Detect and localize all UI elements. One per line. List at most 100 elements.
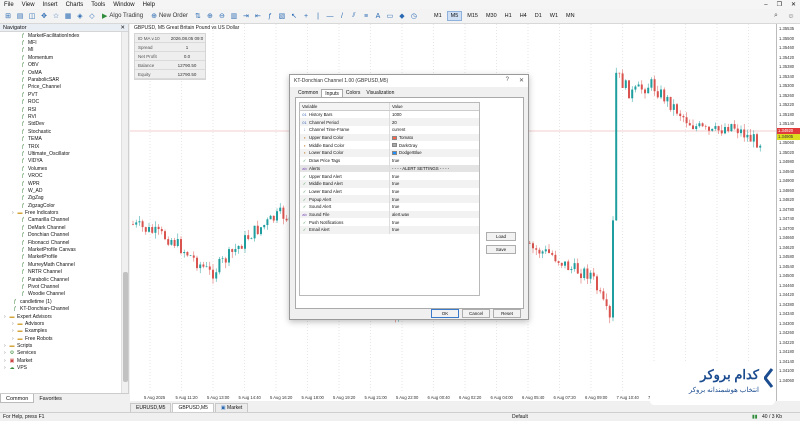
input-row[interactable]: ◑ Middle Band Color DarkGray xyxy=(300,141,479,150)
text-tool-icon[interactable]: A xyxy=(373,11,383,22)
input-value-cell[interactable]: DodgerBlue xyxy=(390,149,479,157)
navigator-item[interactable]: ƒ StdDev xyxy=(0,121,122,128)
input-row[interactable]: 01 Channel Period 20 xyxy=(300,118,479,127)
tester-icon[interactable]: ◈ xyxy=(75,11,85,22)
algo-trading-button[interactable]: ▶ Algo Trading xyxy=(99,11,146,22)
input-row[interactable]: ✓ Sound Alert true xyxy=(300,202,479,211)
indicators-icon[interactable]: ƒ xyxy=(265,11,275,22)
navigator-item[interactable]: ƒ Woodie Channel xyxy=(0,291,122,298)
zoom-in-icon[interactable]: ⊕ xyxy=(205,11,215,22)
navigator-item[interactable]: › ☁ VPS xyxy=(0,365,122,372)
navigator-item[interactable]: ƒ KT-Donchian-Channel xyxy=(0,305,122,312)
menu-view[interactable]: View xyxy=(22,2,35,8)
restore-icon[interactable]: ❐ xyxy=(777,1,782,8)
navigator-item[interactable]: ƒ OBV xyxy=(0,62,122,69)
navigator-item[interactable]: ƒ Volumes xyxy=(0,165,122,172)
cursor-icon[interactable]: ↖ xyxy=(289,11,299,22)
navigator-item[interactable]: ƒ WPR xyxy=(0,180,122,187)
input-row[interactable]: ◑ Lower Band Color DodgerBlue xyxy=(300,149,479,157)
navigator-item[interactable]: ƒ Camarilla Channel xyxy=(0,217,122,224)
input-value-cell[interactable]: DarkGray xyxy=(390,141,479,149)
trendline-icon[interactable]: / xyxy=(337,11,347,22)
navigator-item[interactable]: › ▬ Free Robots xyxy=(0,335,122,342)
input-row[interactable]: 01 History Bars 1000 xyxy=(300,110,479,119)
menu-window[interactable]: Window xyxy=(113,2,134,8)
close-icon[interactable]: ✕ xyxy=(120,25,125,31)
navigator-item[interactable]: ƒ ZigzagColor xyxy=(0,202,122,209)
buy-sell-icon[interactable]: ⇅ xyxy=(193,11,203,22)
navigator-item[interactable]: › ▣ Market xyxy=(0,357,122,364)
help-icon[interactable]: ? xyxy=(506,77,509,84)
navigator-item[interactable]: ƒ ParabolicSAR xyxy=(0,76,122,83)
navigator-item[interactable]: › ⚙ Services xyxy=(0,350,122,357)
search-icon[interactable]: ⌕ xyxy=(771,11,781,22)
navigator-item[interactable]: ƒ TEMA xyxy=(0,135,122,142)
input-row[interactable]: ab Sound File alert.wav xyxy=(300,210,479,219)
dialog-title-bar[interactable]: KT-Donchian Channel 1.00 (GBPUSD,M5) ? ✕ xyxy=(290,75,528,87)
input-value-cell[interactable]: true xyxy=(390,157,479,165)
navigator-item[interactable]: ƒ MI xyxy=(0,47,122,54)
fibo-icon[interactable]: ≡ xyxy=(361,11,371,22)
tab-common[interactable]: Common xyxy=(0,394,35,403)
input-value-cell[interactable]: true xyxy=(390,226,479,234)
chart-tab-gbpusd[interactable]: GBPUSD,M5 xyxy=(172,402,214,413)
crosshair-icon[interactable]: + xyxy=(301,11,311,22)
ide-icon[interactable]: ◇ xyxy=(87,11,97,22)
load-button[interactable]: Load xyxy=(486,232,516,241)
navigator-item[interactable]: ƒ DeMark Channel xyxy=(0,224,122,231)
navigator-item[interactable]: ƒ Momentum xyxy=(0,54,122,61)
navigator-item[interactable]: ƒ OsMA xyxy=(0,69,122,76)
navigator-item[interactable]: ƒ Pivot Channel xyxy=(0,283,122,290)
reset-button[interactable]: Reset xyxy=(493,309,521,318)
navigator-item[interactable]: ƒ Stochastic xyxy=(0,128,122,135)
navigator-item[interactable]: ƒ MurreyMath Channel xyxy=(0,261,122,268)
zoom-out-icon[interactable]: ⊖ xyxy=(217,11,227,22)
navigator-item[interactable]: ƒ Ultimate_Oscillator xyxy=(0,150,122,157)
input-row[interactable]: ✓ Draw Price Tags true xyxy=(300,156,479,165)
menu-help[interactable]: Help xyxy=(143,2,155,8)
input-value-cell[interactable]: true xyxy=(390,218,479,226)
navigator-item[interactable]: ƒ NRTR Channel xyxy=(0,269,122,276)
timeframe-w1[interactable]: W1 xyxy=(547,11,561,21)
navigator-item[interactable]: ƒ PVT xyxy=(0,91,122,98)
navigator-item[interactable]: › ▬ Expert Advisors xyxy=(0,313,122,320)
horizontal-line-icon[interactable]: — xyxy=(325,11,335,22)
navigator-item[interactable]: ƒ VIDYA xyxy=(0,158,122,165)
tab-favorites[interactable]: Favorites xyxy=(34,394,67,403)
navigator-item[interactable]: › ▬ Examples xyxy=(0,328,122,335)
navigator-item[interactable]: › ▬ Free Indicators xyxy=(0,209,122,216)
input-row[interactable]: ab Alerts - - - - ALERT SETTINGS - - - - xyxy=(300,164,479,173)
tile-icon[interactable]: ▥ xyxy=(229,11,239,22)
navigator-item[interactable]: ƒ Fibonacci Channel xyxy=(0,239,122,246)
navigator-item[interactable]: ƒ VROC xyxy=(0,172,122,179)
cancel-button[interactable]: Cancel xyxy=(462,309,490,318)
navigator-item[interactable]: ƒ MarketProfile Canvas xyxy=(0,246,122,253)
navigator-item[interactable]: › ▬ Scripts xyxy=(0,342,122,349)
navigator-item[interactable]: ƒ Parabolic Channel xyxy=(0,276,122,283)
scroll-icon[interactable]: ⇥ xyxy=(241,11,251,22)
navigator-scrollbar[interactable] xyxy=(121,32,128,393)
navigator-item[interactable]: ƒ RVI xyxy=(0,113,122,120)
timeframe-m15[interactable]: M15 xyxy=(464,11,481,21)
input-value-cell[interactable]: true xyxy=(390,203,479,211)
timeframe-m30[interactable]: M30 xyxy=(483,11,500,21)
menu-insert[interactable]: Insert xyxy=(43,2,58,8)
navigator-item[interactable]: ƒ Donchian Channel xyxy=(0,232,122,239)
navigator-item[interactable]: ƒ Price_Channel xyxy=(0,84,122,91)
input-row[interactable]: ⁞ Channel Time-Frame current xyxy=(300,126,479,134)
input-value-cell[interactable]: 1000 xyxy=(390,111,479,119)
input-value-cell[interactable]: true xyxy=(390,180,479,188)
minimize-icon[interactable]: – xyxy=(764,2,767,8)
navigator-item[interactable]: ƒ MarketFacilitationIndex xyxy=(0,32,122,39)
navigator-item[interactable]: ƒ MarketProfile xyxy=(0,254,122,261)
navigator-icon[interactable]: ☆ xyxy=(51,11,61,22)
input-row[interactable]: ✓ Push Notifications true xyxy=(300,218,479,226)
terminal-icon[interactable]: ▦ xyxy=(63,11,73,22)
timeframe-d1[interactable]: D1 xyxy=(532,11,545,21)
chart-tab-market[interactable]: ▣ Market xyxy=(214,402,249,413)
input-value-cell[interactable]: Tomato xyxy=(390,134,479,142)
data-window-icon[interactable]: ✥ xyxy=(39,11,49,22)
label-tool-icon[interactable]: ▭ xyxy=(385,11,395,22)
navigator-item[interactable]: ƒ TRIX xyxy=(0,143,122,150)
navigator-item[interactable]: › ▬ Advisors xyxy=(0,320,122,327)
